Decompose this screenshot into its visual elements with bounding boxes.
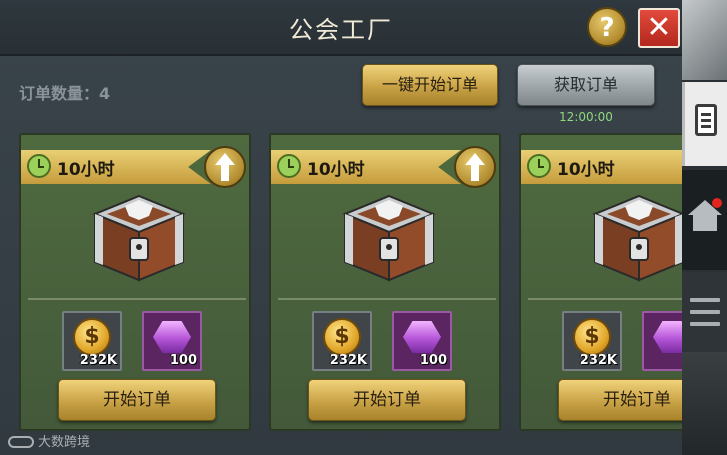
help-button[interactable]: ? [587,7,627,47]
duration-label: 10小时 [307,160,365,180]
watermark-text: 大数跨境 [38,435,91,450]
gem-reward-amount: 100 [169,353,197,368]
purple-gem-icon [653,321,682,353]
watermark-logo-icon [8,436,34,448]
menu-icon [690,298,720,302]
order-card: 10小时 $ 232K 1 开始订单 [519,133,682,431]
gold-coin-icon: $ [573,318,611,356]
notification-dot [712,198,722,208]
sidebar-bottom-decoration [682,352,727,455]
order-card: 10小时 $ 232K 100 开始订单 [269,133,501,431]
window-title: 公会工厂 [289,16,393,44]
title-bar: 公会工厂 ? ✕ [0,0,682,56]
start-order-button[interactable]: 开始订单 [558,379,682,421]
up-arrow-icon [215,153,235,181]
get-orders-button[interactable]: 获取订单 [517,64,655,106]
up-arrow-icon [465,153,485,181]
coin-reward-slot: $ 232K [62,311,122,371]
watermark: 大数跨境 [8,431,90,450]
guild-factory-window: 公会工厂 ? ✕ 订单数量：4 一键开始订单 获取订单 12:00:00 10小… [0,0,682,455]
start-order-button[interactable]: 开始订单 [58,379,216,421]
gem-reward-slot: 100 [392,311,452,371]
card-divider [528,298,682,300]
coin-reward-slot: $ 232K [312,311,372,371]
start-order-button[interactable]: 开始订单 [308,379,466,421]
close-button[interactable]: ✕ [638,8,680,48]
treasure-chest-icon [92,194,186,282]
purple-gem-icon [403,321,441,353]
treasure-chest-icon [342,194,436,282]
upgrade-arrow-button[interactable] [204,146,246,188]
coin-reward-slot: $ 232K [562,311,622,371]
purple-gem-icon [153,321,191,353]
upgrade-arrow-button[interactable] [454,146,496,188]
sidebar-top-decoration [682,0,727,80]
start-all-orders-button[interactable]: 一键开始订单 [362,64,498,106]
duration-label: 10小时 [557,160,615,180]
clipboard-tab-button[interactable] [682,82,727,166]
gem-reward-slot: 100 [142,311,202,371]
home-tab-button[interactable] [682,170,727,270]
alarm-clock-icon [527,154,551,178]
treasure-chest-icon [592,194,682,282]
get-orders-timer: 12:00:00 [559,110,613,124]
coin-reward-amount: 232K [79,353,117,368]
clipboard-icon [695,104,717,136]
coin-reward-amount: 232K [329,353,367,368]
duration-label: 10小时 [57,160,115,180]
gem-reward-amount: 100 [419,353,447,368]
gem-reward-slot: 1 [642,311,682,371]
right-sidebar [682,0,727,455]
coin-reward-amount: 232K [579,353,617,368]
gold-coin-icon: $ [73,318,111,356]
card-divider [278,298,496,300]
order-count-label: 订单数量：4 [19,84,111,103]
alarm-clock-icon [277,154,301,178]
card-divider [28,298,246,300]
alarm-clock-icon [27,154,51,178]
gold-coin-icon: $ [323,318,361,356]
order-card: 10小时 $ 232K 100 开始订单 [19,133,251,431]
menu-tab-button[interactable] [682,272,727,352]
